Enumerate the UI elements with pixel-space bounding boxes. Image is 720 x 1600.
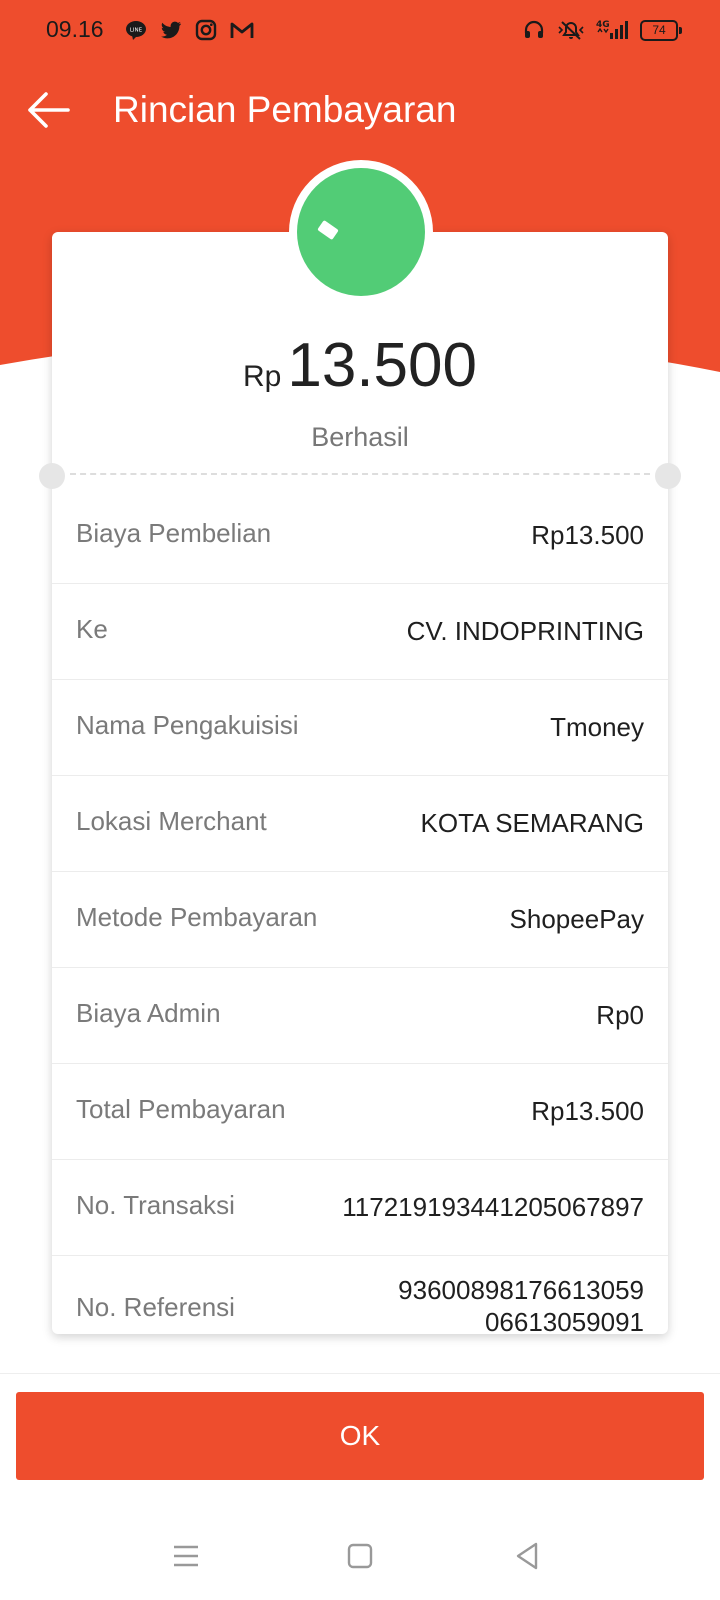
gmail-icon <box>229 18 255 42</box>
detail-row-biaya-pembelian: Biaya Pembelian Rp13.500 <box>52 488 668 584</box>
ticket-notch-left <box>39 463 65 489</box>
detail-value: 117219193441205067897 <box>342 1192 644 1222</box>
detail-label: No. Transaksi <box>76 1190 235 1220</box>
app-bar: Rincian Pembayaran <box>0 72 720 148</box>
detail-label: Biaya Pembelian <box>76 518 272 548</box>
ok-button[interactable]: OK <box>16 1392 704 1480</box>
headset-icon <box>522 18 546 42</box>
instagram-icon <box>194 18 218 42</box>
back-arrow-icon[interactable] <box>24 88 72 132</box>
detail-row-biaya-admin: Biaya Admin Rp0 <box>52 968 668 1064</box>
detail-row-no-transaksi: No. Transaksi 117219193441205067897 <box>52 1160 668 1256</box>
detail-row-metode-pembayaran: Metode Pembayaran ShopeePay <box>52 872 668 968</box>
details-list: Biaya Pembelian Rp13.500 Ke CV. INDOPRIN… <box>52 488 668 1334</box>
payment-status: Berhasil <box>311 422 409 452</box>
twitter-icon <box>159 18 183 42</box>
detail-row-ke: Ke CV. INDOPRINTING <box>52 584 668 680</box>
detail-label: Total Pembayaran <box>76 1094 286 1124</box>
status-bar: 09.16 LINE 4G 74 <box>0 0 720 64</box>
detail-row-nama-pengakuisisi: Nama Pengakuisisi Tmoney <box>52 680 668 776</box>
menu-icon[interactable] <box>166 1536 206 1576</box>
payment-tag-icon <box>297 168 425 296</box>
line-icon: LINE <box>124 18 148 42</box>
ticket-notch-right <box>655 463 681 489</box>
detail-row-no-referensi: No. Referensi 93600898176613059066130590… <box>52 1256 668 1334</box>
detail-label: Metode Pembayaran <box>76 902 318 932</box>
detail-value: ShopeePay <box>509 904 644 934</box>
payment-amount: Rp13.500 <box>52 330 668 401</box>
payment-receipt-card: Rp13.500 Berhasil Biaya Pembelian Rp13.5… <box>52 232 668 1334</box>
svg-text:LINE: LINE <box>130 28 143 34</box>
status-time: 09.16 <box>46 16 104 42</box>
detail-row-total-pembayaran: Total Pembayaran Rp13.500 <box>52 1064 668 1160</box>
back-triangle-icon[interactable] <box>508 1536 548 1576</box>
signal-4g-icon: 4G <box>596 18 630 42</box>
dashed-divider <box>70 473 650 475</box>
detail-value: Rp13.500 <box>531 1096 644 1126</box>
success-badge <box>289 160 433 304</box>
page-title: Rincian Pembayaran <box>113 89 457 130</box>
system-nav-bar <box>0 1516 720 1600</box>
detail-label: Lokasi Merchant <box>76 806 267 836</box>
home-square-icon[interactable] <box>340 1536 380 1576</box>
svg-text:4G: 4G <box>596 20 610 30</box>
amount-value: 13.500 <box>287 331 477 400</box>
detail-value: Tmoney <box>550 712 644 742</box>
amount-currency: Rp <box>243 360 282 393</box>
battery-icon: 74 <box>640 19 682 41</box>
detail-label: No. Referensi <box>76 1292 235 1322</box>
detail-row-lokasi-merchant: Lokasi Merchant KOTA SEMARANG <box>52 776 668 872</box>
mute-icon <box>556 18 586 42</box>
detail-label: Ke <box>76 614 108 644</box>
detail-value: Rp13.500 <box>531 520 644 550</box>
footer-divider <box>0 1373 720 1374</box>
detail-value: 9360089817661305906613059091 <box>398 1275 644 1334</box>
detail-value: Rp0 <box>596 1000 644 1030</box>
detail-label: Biaya Admin <box>76 998 221 1028</box>
detail-value: CV. INDOPRINTING <box>406 616 644 646</box>
detail-value: KOTA SEMARANG <box>420 808 644 838</box>
detail-label: Nama Pengakuisisi <box>76 710 299 740</box>
